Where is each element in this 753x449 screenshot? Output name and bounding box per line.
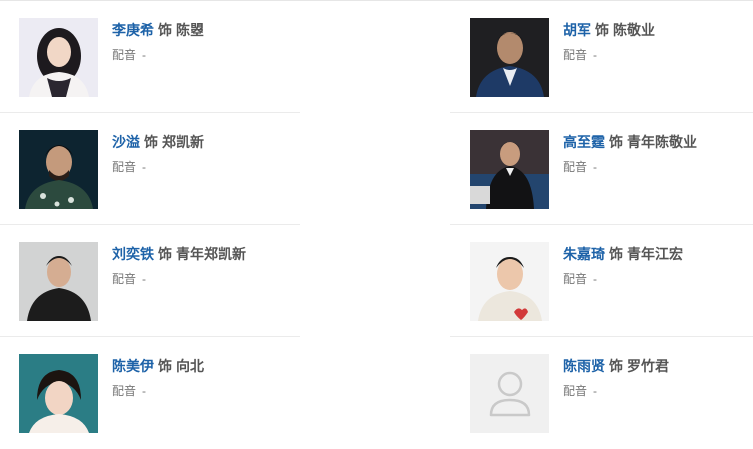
cast-info: 陈美伊饰向北 配音 - (112, 356, 312, 399)
as-label: 饰 (158, 22, 172, 38)
voice-line: 配音 - (563, 383, 753, 399)
as-label: 饰 (158, 358, 172, 374)
cast-info: 高至霆饰青年陈敬业 配音 - (563, 132, 753, 175)
voice-label: 配音 (563, 272, 588, 286)
name-line: 沙溢饰郑凯新 (112, 132, 312, 152)
voice-value: - (142, 384, 147, 398)
actor-name-link[interactable]: 陈美伊 (112, 358, 154, 374)
role-name: 陈敬业 (613, 22, 655, 38)
name-line: 陈雨贤饰罗竹君 (563, 356, 753, 376)
name-line: 刘奕铁饰青年郑凯新 (112, 244, 312, 264)
voice-value: - (142, 160, 147, 174)
actor-photo[interactable] (470, 130, 549, 209)
actor-photo[interactable] (19, 242, 98, 321)
as-label: 饰 (609, 358, 623, 374)
cast-info: 胡军饰陈敬业 配音 - (563, 20, 753, 63)
voice-value: - (593, 384, 598, 398)
actor-photo[interactable] (19, 354, 98, 433)
role-name: 郑凯新 (162, 134, 204, 150)
voice-value: - (142, 272, 147, 286)
actor-photo[interactable] (470, 18, 549, 97)
cast-info: 沙溢饰郑凯新 配音 - (112, 132, 312, 175)
cast-row: 沙溢饰郑凯新 配音 - 高至霆 饰 青年陈敬业 配音 - (0, 113, 753, 225)
as-label: 饰 (158, 246, 172, 262)
as-label: 饰 (609, 134, 623, 150)
voice-label: 配音 (112, 160, 137, 174)
role-name: 青年郑凯新 (176, 246, 246, 262)
actor-name-link[interactable]: 胡军 (563, 22, 591, 38)
role-name: 青年陈敬业 (627, 134, 697, 150)
voice-line: 配音 - (563, 271, 753, 287)
voice-value: - (593, 272, 598, 286)
voice-line: 配音 - (112, 47, 312, 63)
name-line: 李庚希饰陈曌 (112, 20, 312, 40)
cast-row: 刘奕铁饰青年郑凯新 配音 - 朱嘉琦饰青年江宏 配音 - (0, 225, 753, 337)
avatar-placeholder-icon[interactable] (470, 354, 549, 433)
actor-photo[interactable] (470, 242, 549, 321)
voice-label: 配音 (563, 384, 588, 398)
voice-label: 配音 (563, 160, 588, 174)
actor-name-link[interactable]: 陈雨贤 (563, 358, 605, 374)
cast-info: 李庚希饰陈曌 配音 - (112, 20, 312, 63)
actor-photo[interactable] (19, 18, 98, 97)
as-label: 饰 (595, 22, 609, 38)
voice-line: 配音 - (563, 159, 753, 175)
cast-row: 陈美伊饰向北 配音 - 陈雨贤饰罗竹君 配音 - (0, 337, 753, 449)
as-label: 饰 (144, 134, 158, 150)
voice-line: 配音 - (112, 383, 312, 399)
cast-info: 朱嘉琦饰青年江宏 配音 - (563, 244, 753, 287)
role-name: 向北 (176, 358, 204, 374)
as-label: 饰 (609, 246, 623, 262)
cast-row: 李庚希饰陈曌 配音 - 胡军饰陈敬业 配音 - (0, 1, 753, 113)
voice-line: 配音 - (563, 47, 753, 63)
name-line: 高至霆饰青年陈敬业 (563, 132, 753, 152)
name-line: 陈美伊饰向北 (112, 356, 312, 376)
actor-name-link[interactable]: 高至霆 (563, 134, 605, 150)
cast-info: 刘奕铁饰青年郑凯新 配音 - (112, 244, 312, 287)
actor-name-link[interactable]: 刘奕铁 (112, 246, 154, 262)
voice-value: - (142, 48, 147, 62)
actor-photo[interactable] (19, 130, 98, 209)
actor-name-link[interactable]: 沙溢 (112, 134, 140, 150)
voice-line: 配音 - (112, 159, 312, 175)
role-name: 罗竹君 (627, 358, 669, 374)
cast-list: 李庚希饰陈曌 配音 - 胡军饰陈敬业 配音 - 沙溢 饰 郑凯新 配音 - 高至… (0, 1, 753, 449)
voice-value: - (593, 48, 598, 62)
actor-name-link[interactable]: 李庚希 (112, 22, 154, 38)
name-line: 胡军饰陈敬业 (563, 20, 753, 40)
actor-name-link[interactable]: 朱嘉琦 (563, 246, 605, 262)
cast-info: 陈雨贤饰罗竹君 配音 - (563, 356, 753, 399)
role-name: 青年江宏 (627, 246, 683, 262)
voice-label: 配音 (563, 48, 588, 62)
name-line: 朱嘉琦饰青年江宏 (563, 244, 753, 264)
voice-line: 配音 - (112, 271, 312, 287)
role-name: 陈曌 (176, 22, 204, 38)
voice-label: 配音 (112, 48, 137, 62)
voice-label: 配音 (112, 384, 137, 398)
voice-label: 配音 (112, 272, 137, 286)
voice-value: - (593, 160, 598, 174)
